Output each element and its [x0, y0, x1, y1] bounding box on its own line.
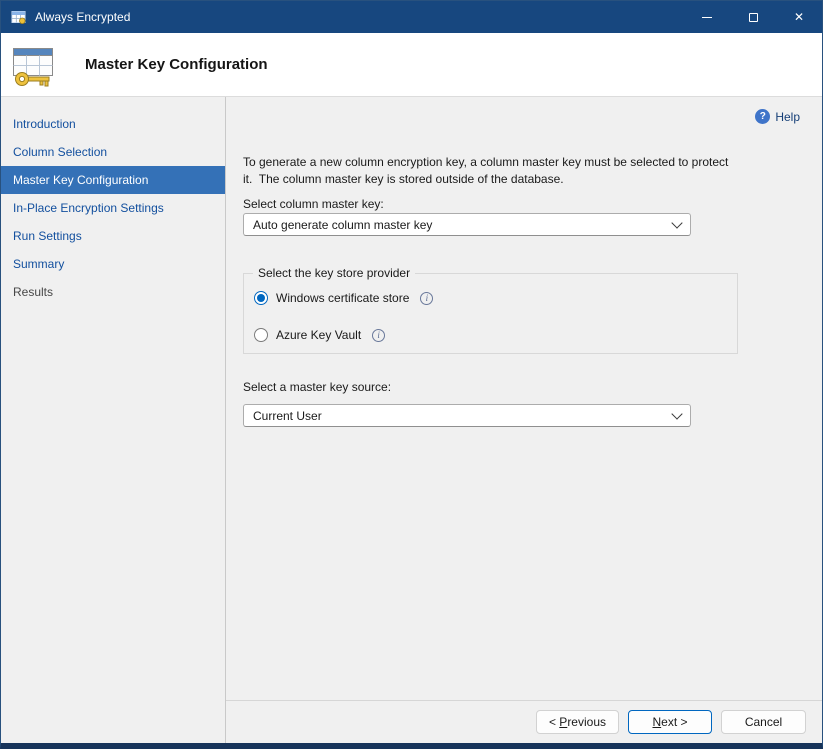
key-store-provider-group: Select the key store provider Windows ce…	[243, 273, 738, 354]
sidebar-item-results: Results	[1, 278, 225, 306]
chevron-down-icon	[671, 408, 682, 419]
minimize-button[interactable]	[684, 1, 730, 33]
help-label: Help	[775, 110, 800, 124]
azure-key-vault-label: Azure Key Vault	[276, 328, 361, 342]
next-label-rest: ext >	[661, 715, 687, 729]
column-master-key-select[interactable]: Auto generate column master key	[243, 213, 691, 236]
key-store-provider-group-label: Select the key store provider	[253, 266, 415, 280]
app-icon	[11, 9, 27, 25]
master-key-source-value: Current User	[253, 409, 322, 423]
previous-label-prefix: <	[549, 715, 559, 729]
windows-certificate-store-label: Windows certificate store	[276, 291, 409, 305]
wizard-body: Introduction Column Selection Master Key…	[1, 97, 822, 743]
sidebar-item-run-settings[interactable]: Run Settings	[1, 222, 225, 250]
window-controls: ✕	[684, 1, 822, 33]
sidebar-item-column-selection[interactable]: Column Selection	[1, 138, 225, 166]
close-icon: ✕	[794, 11, 804, 23]
table-key-icon	[9, 41, 57, 89]
previous-label-rest: revious	[567, 715, 606, 729]
help-link[interactable]: ? Help	[755, 109, 800, 124]
main-panel: ? Help To generate a new column encrypti…	[226, 97, 822, 743]
always-encrypted-window: Always Encrypted ✕	[0, 0, 823, 749]
wizard-header: Master Key Configuration	[1, 33, 822, 97]
footer-button-bar: < Previous Next > Cancel	[226, 700, 822, 743]
sidebar-item-master-key-configuration[interactable]: Master Key Configuration	[1, 166, 225, 194]
info-icon[interactable]: i	[372, 329, 385, 342]
intro-text: To generate a new column encryption key,…	[243, 154, 740, 189]
maximize-icon	[749, 13, 758, 22]
close-button[interactable]: ✕	[776, 1, 822, 33]
maximize-button[interactable]	[730, 1, 776, 33]
chevron-down-icon	[671, 217, 682, 228]
radio-option-windows-certificate-store[interactable]: Windows certificate store i	[254, 291, 737, 305]
previous-button[interactable]: < Previous	[536, 710, 619, 734]
wizard-steps-sidebar: Introduction Column Selection Master Key…	[1, 97, 226, 743]
sidebar-item-in-place-encryption-settings[interactable]: In-Place Encryption Settings	[1, 194, 225, 222]
radio-option-azure-key-vault[interactable]: Azure Key Vault i	[254, 328, 737, 342]
cancel-button[interactable]: Cancel	[721, 710, 806, 734]
master-key-source-select[interactable]: Current User	[243, 404, 691, 427]
column-master-key-label: Select column master key:	[243, 197, 384, 211]
radio-unselected-icon[interactable]	[254, 328, 268, 342]
sidebar-item-introduction[interactable]: Introduction	[1, 110, 225, 138]
help-question-icon: ?	[755, 109, 770, 124]
next-button[interactable]: Next >	[628, 710, 712, 734]
master-key-source-label: Select a master key source:	[243, 380, 391, 394]
column-master-key-value: Auto generate column master key	[253, 218, 432, 232]
page-title: Master Key Configuration	[85, 56, 268, 73]
window-title: Always Encrypted	[35, 10, 130, 24]
sidebar-item-summary[interactable]: Summary	[1, 250, 225, 278]
radio-selected-icon[interactable]	[254, 291, 268, 305]
next-label-mnemonic: N	[652, 715, 661, 729]
titlebar: Always Encrypted ✕	[1, 1, 822, 33]
minimize-icon	[702, 17, 712, 18]
info-icon[interactable]: i	[420, 292, 433, 305]
